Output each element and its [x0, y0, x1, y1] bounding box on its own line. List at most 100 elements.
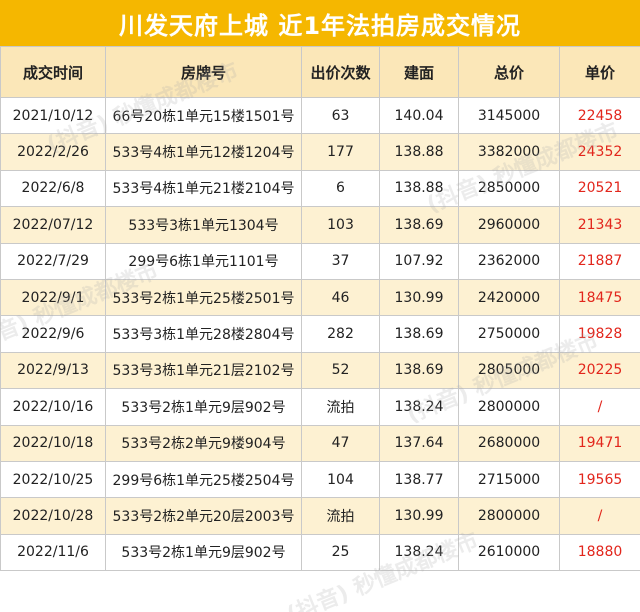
cell-unit-price: 18880: [559, 533, 640, 572]
cell-total-price: 2750000: [458, 315, 560, 353]
cell-deal-date: 2021/10/12: [0, 96, 106, 135]
table-row: 2022/2/26 533号4栋1单元12楼1204号 177 138.88 33820…: [0, 133, 640, 171]
cell-area: 138.69: [379, 351, 459, 390]
cell-deal-date: 2022/11/6: [0, 533, 106, 572]
cell-deal-date: 2022/9/6: [0, 315, 106, 353]
cell-deal-date: 2022/10/18: [0, 424, 106, 462]
cell-unit-price: 21343: [559, 206, 640, 244]
cell-total-price: 2715000: [458, 460, 560, 499]
table-row: 2022/10/28 533号2栋2单元20层2003号 流拍 130.99 28000…: [0, 497, 640, 535]
cell-bid-count: 37: [301, 242, 380, 280]
cell-bid-count: 282: [301, 315, 380, 353]
table-row: 2022/11/6 533号2栋1单元9层902号 25 138.24 2610000 1…: [0, 533, 640, 572]
table-row: 2021/10/12 66号20栋1单元15楼1501号 63 140.04 31450…: [0, 96, 640, 135]
table-header-row: 成交时间 房牌号 出价次数 建面 总价 单价: [0, 46, 640, 98]
cell-area: 130.99: [379, 278, 459, 317]
cell-area: 138.77: [379, 460, 459, 499]
table-row: 2022/9/13 533号3栋1单元21层2102号 52 138.69 280500…: [0, 351, 640, 390]
cell-bid-count: 流拍: [301, 497, 380, 535]
cell-unit-price: 18475: [559, 278, 640, 317]
cell-area: 138.69: [379, 206, 459, 244]
header-bid-count: 出价次数: [301, 46, 380, 98]
cell-unit-price: 19565: [559, 460, 640, 499]
cell-area: 107.92: [379, 242, 459, 280]
cell-room-number: 533号2栋1单元9层902号: [105, 388, 302, 426]
cell-room-number: 66号20栋1单元15楼1501号: [105, 96, 302, 135]
cell-bid-count: 25: [301, 533, 380, 572]
cell-unit-price: 19828: [559, 315, 640, 353]
cell-room-number: 299号6栋1单元25楼2504号: [105, 460, 302, 499]
table-row: 2022/9/6 533号3栋1单元28楼2804号 282 138.69 275000…: [0, 315, 640, 353]
header-unit-price: 单价: [559, 46, 640, 98]
cell-total-price: 2960000: [458, 206, 560, 244]
cell-total-price: 2800000: [458, 388, 560, 426]
cell-bid-count: 63: [301, 96, 380, 135]
cell-unit-price: 21887: [559, 242, 640, 280]
cell-bid-count: 177: [301, 133, 380, 171]
table-row: 2022/6/8 533号4栋1单元21楼2104号 6 138.88 2850000 2…: [0, 169, 640, 208]
cell-total-price: 2610000: [458, 533, 560, 572]
cell-room-number: 533号2栋1单元9层902号: [105, 533, 302, 572]
cell-room-number: 533号2栋1单元25楼2501号: [105, 278, 302, 317]
cell-total-price: 2850000: [458, 169, 560, 208]
cell-area: 138.88: [379, 133, 459, 171]
cell-area: 137.64: [379, 424, 459, 462]
cell-unit-price: 20521: [559, 169, 640, 208]
cell-deal-date: 2022/10/25: [0, 460, 106, 499]
cell-total-price: 2680000: [458, 424, 560, 462]
cell-unit-price: /: [559, 388, 640, 426]
cell-room-number: 533号2栋2单元20层2003号: [105, 497, 302, 535]
table-row: 2022/10/25 299号6栋1单元25楼2504号 104 138.77 2715…: [0, 460, 640, 499]
auction-table: 成交时间 房牌号 出价次数 建面 总价 单价 2021/10/12 66号20栋1…: [0, 46, 640, 572]
cell-bid-count: 47: [301, 424, 380, 462]
cell-unit-price: 20225: [559, 351, 640, 390]
cell-unit-price: /: [559, 497, 640, 535]
cell-total-price: 2800000: [458, 497, 560, 535]
table-row: 2022/7/29 299号6栋1单元1101号 37 107.92 2362000 21…: [0, 242, 640, 280]
cell-unit-price: 24352: [559, 133, 640, 171]
table-row: 2022/10/18 533号2栋2单元9楼904号 47 137.64 2680000…: [0, 424, 640, 462]
cell-room-number: 533号3栋1单元21层2102号: [105, 351, 302, 390]
cell-bid-count: 104: [301, 460, 380, 499]
cell-deal-date: 2022/10/28: [0, 497, 106, 535]
cell-unit-price: 22458: [559, 96, 640, 135]
cell-room-number: 533号4栋1单元21楼2104号: [105, 169, 302, 208]
page-title: 川发天府上城 近1年法拍房成交情况: [0, 0, 640, 46]
cell-unit-price: 19471: [559, 424, 640, 462]
cell-area: 130.99: [379, 497, 459, 535]
cell-deal-date: 2022/7/29: [0, 242, 106, 280]
cell-deal-date: 2022/10/16: [0, 388, 106, 426]
cell-bid-count: 46: [301, 278, 380, 317]
cell-total-price: 3382000: [458, 133, 560, 171]
cell-deal-date: 2022/6/8: [0, 169, 106, 208]
cell-room-number: 533号2栋2单元9楼904号: [105, 424, 302, 462]
cell-deal-date: 2022/2/26: [0, 133, 106, 171]
cell-area: 138.69: [379, 315, 459, 353]
cell-room-number: 533号4栋1单元12楼1204号: [105, 133, 302, 171]
cell-room-number: 533号3栋1单元1304号: [105, 206, 302, 244]
cell-total-price: 2805000: [458, 351, 560, 390]
auction-table-page: 川发天府上城 近1年法拍房成交情况 成交时间 房牌号 出价次数 建面 总价 单价…: [0, 0, 640, 612]
cell-bid-count: 6: [301, 169, 380, 208]
cell-deal-date: 2022/07/12: [0, 206, 106, 244]
cell-bid-count: 流拍: [301, 388, 380, 426]
table-row: 2022/07/12 533号3栋1单元1304号 103 138.69 2960000…: [0, 206, 640, 244]
cell-bid-count: 103: [301, 206, 380, 244]
cell-room-number: 533号3栋1单元28楼2804号: [105, 315, 302, 353]
cell-room-number: 299号6栋1单元1101号: [105, 242, 302, 280]
table-row: 2022/9/1 533号2栋1单元25楼2501号 46 130.99 2420000…: [0, 278, 640, 317]
header-total-price: 总价: [458, 46, 560, 98]
cell-total-price: 3145000: [458, 96, 560, 135]
cell-area: 138.24: [379, 533, 459, 572]
cell-area: 140.04: [379, 96, 459, 135]
cell-area: 138.24: [379, 388, 459, 426]
table-row: 2022/10/16 533号2栋1单元9层902号 流拍 138.24 2800000…: [0, 388, 640, 426]
header-room-number: 房牌号: [105, 46, 302, 98]
cell-deal-date: 2022/9/1: [0, 278, 106, 317]
header-deal-date: 成交时间: [0, 46, 106, 98]
cell-total-price: 2362000: [458, 242, 560, 280]
cell-deal-date: 2022/9/13: [0, 351, 106, 390]
header-area: 建面: [379, 46, 459, 98]
cell-bid-count: 52: [301, 351, 380, 390]
cell-area: 138.88: [379, 169, 459, 208]
